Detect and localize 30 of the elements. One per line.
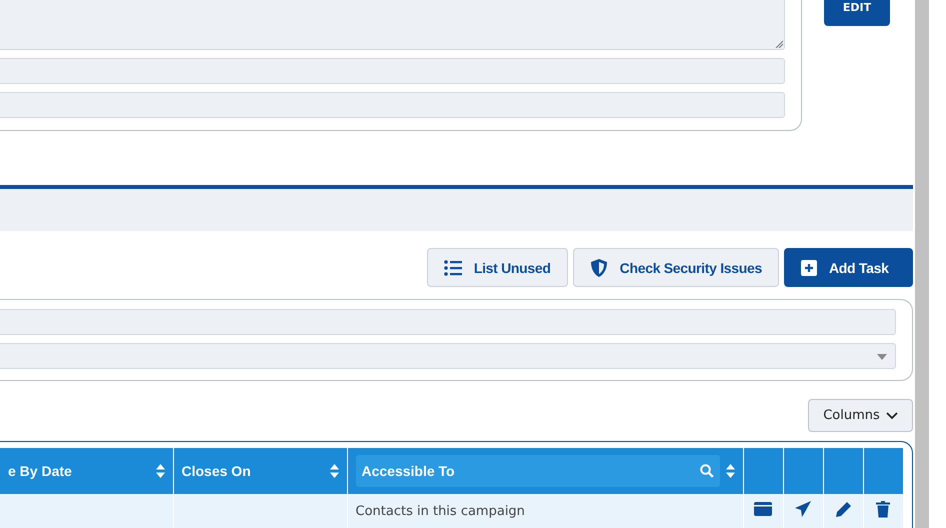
check-security-button[interactable]: Check Security Issues <box>572 248 779 288</box>
sort-icon[interactable] <box>156 464 164 478</box>
input-field[interactable] <box>0 58 785 84</box>
input-field[interactable] <box>0 92 785 118</box>
sort-icon[interactable] <box>726 464 734 478</box>
column-label: Accessible To <box>362 463 455 479</box>
input-field[interactable] <box>0 309 896 336</box>
scrollbar[interactable] <box>914 0 928 528</box>
list-unused-button[interactable]: List Unused <box>426 248 568 288</box>
chevron-down-icon <box>886 412 898 420</box>
card-icon[interactable] <box>754 501 772 517</box>
resize-grip-icon[interactable] <box>775 40 783 48</box>
send-icon[interactable] <box>794 500 812 518</box>
list-icon <box>444 260 462 276</box>
select-field[interactable] <box>0 343 896 370</box>
column-header[interactable]: Closes On <box>173 448 347 494</box>
pencil-icon[interactable] <box>834 500 852 518</box>
columns-button[interactable]: Columns <box>808 399 913 432</box>
column-label: e By Date <box>8 463 72 479</box>
column-label: Closes On <box>182 463 251 479</box>
caret-icon <box>877 354 887 360</box>
table-cell: Contacts in this campaign <box>347 494 743 528</box>
sort-icon[interactable] <box>330 464 338 478</box>
search-icon[interactable] <box>700 464 714 478</box>
shield-icon <box>590 258 608 278</box>
column-header[interactable]: e By Date <box>0 448 173 494</box>
add-task-button[interactable]: Add Task <box>784 248 913 288</box>
plus-square-icon <box>801 260 817 276</box>
edit-button[interactable]: EDIT <box>824 0 890 26</box>
trash-icon[interactable] <box>876 500 890 518</box>
